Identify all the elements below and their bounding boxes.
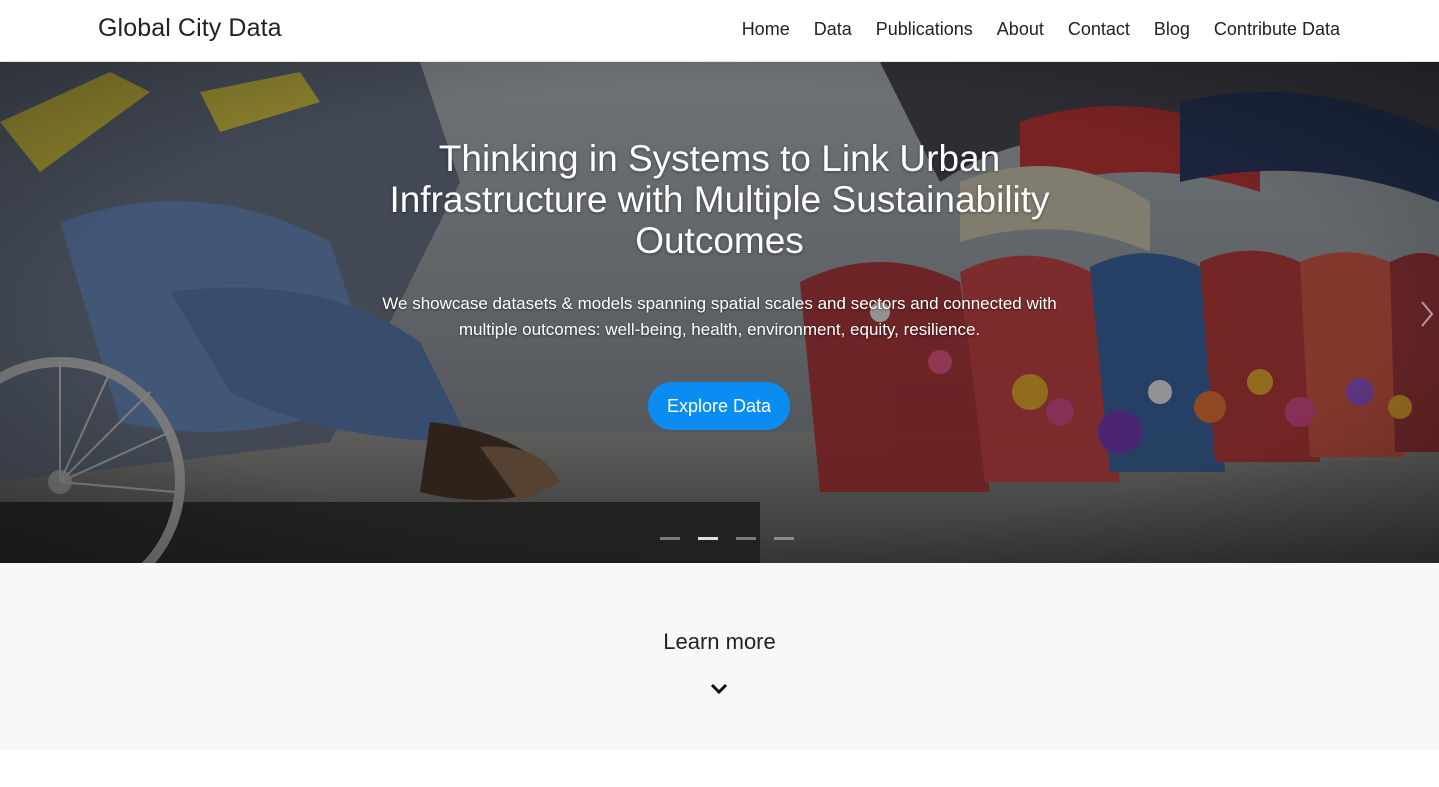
nav-data[interactable]: Data [814,19,852,40]
nav-blog[interactable]: Blog [1154,19,1190,40]
learn-more-link[interactable]: Learn more [0,629,1439,655]
explore-data-button[interactable]: Explore Data [648,382,790,430]
chevron-right-icon[interactable] [1418,300,1436,328]
learn-more-section: Learn more [0,563,1439,751]
hero-carousel: Thinking in Systems to Link Urban Infras… [0,62,1439,563]
nav-home[interactable]: Home [742,19,790,40]
nav-contribute-data[interactable]: Contribute Data [1214,19,1340,40]
hero-subtitle: We showcase datasets & models spanning s… [382,294,1057,339]
carousel-indicator[interactable] [774,537,794,540]
chevron-down-icon[interactable] [710,682,728,696]
hero-title: Thinking in Systems to Link Urban Infras… [389,138,1050,261]
site-brand[interactable]: Global City Data [98,14,282,43]
carousel-indicator[interactable] [736,537,756,540]
carousel-indicator-active[interactable] [698,537,718,540]
nav-about[interactable]: About [997,19,1044,40]
nav-menu: Home Data Publications About Contact Blo… [742,19,1340,40]
nav-publications[interactable]: Publications [876,19,973,40]
carousel-indicators [660,537,794,540]
nav-contact[interactable]: Contact [1068,19,1130,40]
top-navbar: Global City Data Home Data Publications … [0,0,1439,62]
carousel-indicator[interactable] [660,537,680,540]
